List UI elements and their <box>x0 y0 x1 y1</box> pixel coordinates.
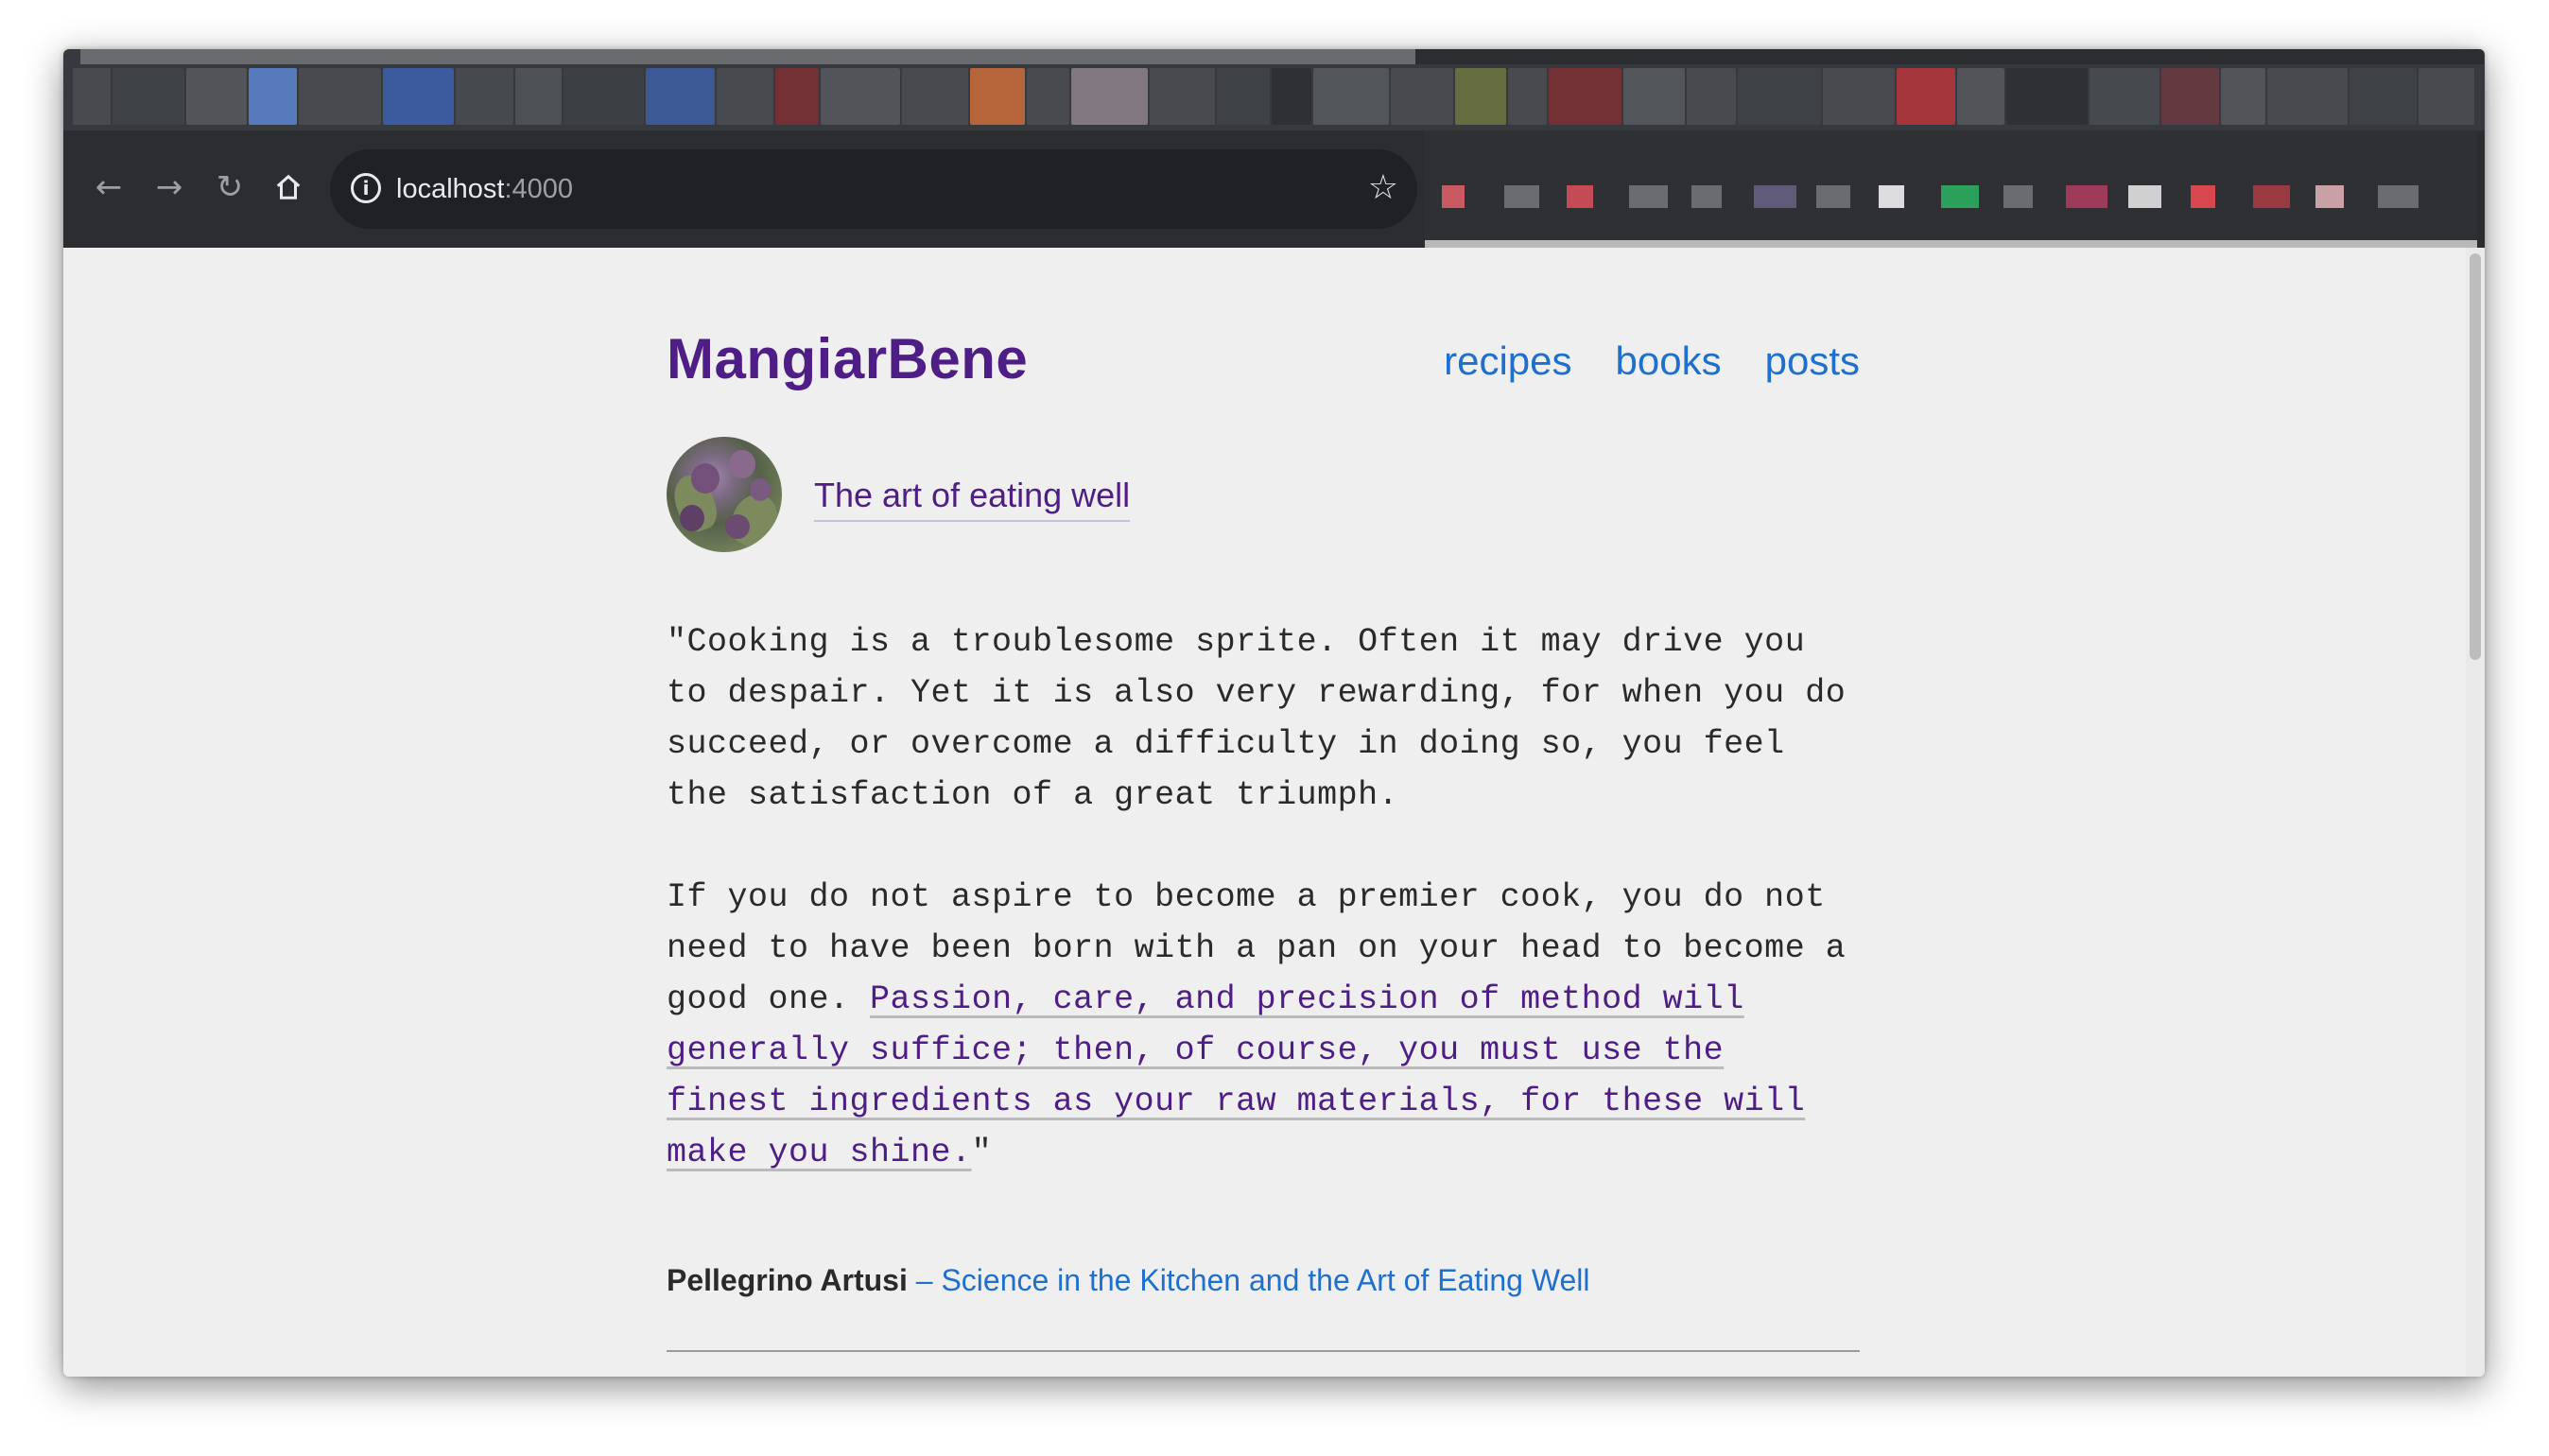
tab-placeholder[interactable] <box>2220 68 2266 125</box>
tab-placeholder[interactable] <box>821 68 900 125</box>
nav-recipes[interactable]: recipes <box>1444 335 1571 388</box>
quote-closing-mark: " <box>971 1134 993 1171</box>
tab-placeholder[interactable] <box>1957 68 2004 125</box>
tab-placeholder[interactable] <box>383 68 454 125</box>
tab-placeholder[interactable] <box>970 68 1026 125</box>
tab-placeholder[interactable] <box>1548 68 1622 125</box>
tab-placeholder[interactable] <box>716 68 773 125</box>
quote-paragraph-1: "Cooking is a troublesome sprite. Often … <box>667 623 1847 814</box>
divider <box>667 1350 1860 1352</box>
tab-placeholder[interactable] <box>73 68 111 125</box>
extension-icon[interactable] <box>1629 185 1668 208</box>
extension-icon[interactable] <box>1567 185 1593 208</box>
extension-icon[interactable] <box>1754 185 1796 208</box>
tab-placeholder[interactable] <box>515 68 562 125</box>
tab-placeholder[interactable] <box>646 68 715 125</box>
tab-placeholder[interactable] <box>2349 68 2418 125</box>
tab-placeholder[interactable] <box>1623 68 1685 125</box>
nav-books[interactable]: books <box>1616 335 1722 388</box>
extension-icon[interactable] <box>2003 185 2033 208</box>
tab-placeholder[interactable] <box>1313 68 1389 125</box>
tab-placeholder[interactable] <box>774 68 820 125</box>
extension-icon[interactable] <box>1691 185 1722 208</box>
book-link[interactable]: – Science in the Kitchen and the Art of … <box>908 1263 1590 1297</box>
extension-icon[interactable] <box>1941 185 1979 208</box>
tab-placeholder[interactable] <box>1455 68 1507 125</box>
main-nav: recipes books posts <box>1444 335 1860 388</box>
extension-icon[interactable] <box>2315 185 2344 208</box>
nav-posts[interactable]: posts <box>1765 335 1860 388</box>
tab-placeholder[interactable] <box>2160 68 2219 125</box>
tab-placeholder[interactable] <box>901 68 969 125</box>
tab-placeholder[interactable] <box>1027 68 1069 125</box>
scrollbar-thumb[interactable] <box>2470 253 2481 660</box>
extension-icon[interactable] <box>1879 185 1904 208</box>
star-icon[interactable]: ☆ <box>1368 166 1398 210</box>
scrollbar[interactable] <box>2466 248 2485 1377</box>
tab-placeholder[interactable] <box>1271 68 1312 125</box>
tab-placeholder[interactable] <box>2267 68 2348 125</box>
site-title[interactable]: MangiarBene <box>667 325 1028 393</box>
extension-icon[interactable] <box>1442 185 1465 208</box>
attribution: Pellegrino Artusi – Science in the Kitch… <box>667 1259 1589 1301</box>
address-bar[interactable]: i localhost:4000 ☆ <box>330 149 1417 229</box>
back-icon[interactable]: ← <box>88 166 130 208</box>
tab-placeholder[interactable] <box>248 68 297 125</box>
reload-icon[interactable]: ↻ <box>209 166 251 208</box>
tab-placeholder[interactable] <box>186 68 247 125</box>
info-icon[interactable]: i <box>351 173 381 203</box>
extensions-area <box>1425 130 2477 248</box>
browser-window: ← → ↻ i localhost:4000 ☆ MangiarBene rec… <box>63 49 2485 1377</box>
tab-placeholder[interactable] <box>2005 68 2089 125</box>
tab-placeholder[interactable] <box>1390 68 1454 125</box>
tab-placeholder[interactable] <box>1823 68 1895 125</box>
extension-icon[interactable] <box>2066 185 2107 208</box>
tab-strip <box>63 49 2485 130</box>
home-icon[interactable] <box>268 166 309 208</box>
extension-icon[interactable] <box>2378 185 2419 208</box>
page-viewport: MangiarBene recipes books posts The art … <box>63 248 2466 1377</box>
tab-placeholder[interactable] <box>1686 68 1736 125</box>
extension-icon[interactable] <box>1816 185 1850 208</box>
tab-placeholder[interactable] <box>1070 68 1149 125</box>
tab-placeholder[interactable] <box>1508 68 1547 125</box>
tab-placeholder[interactable] <box>1150 68 1215 125</box>
avatar <box>667 437 782 552</box>
tagline-link[interactable]: The art of eating well <box>814 471 1131 522</box>
tab-placeholder[interactable] <box>2089 68 2159 125</box>
tab-placeholder[interactable] <box>1216 68 1270 125</box>
url-text[interactable]: localhost:4000 <box>396 170 573 208</box>
tab-placeholder[interactable] <box>2419 68 2474 125</box>
tab-placeholder[interactable] <box>455 68 514 125</box>
extension-icon[interactable] <box>1504 185 1539 208</box>
tab-placeholder[interactable] <box>563 68 645 125</box>
tab-placeholder[interactable] <box>1896 68 1956 125</box>
extension-icon[interactable] <box>2191 185 2215 208</box>
extension-icon[interactable] <box>2253 185 2290 208</box>
quote-paragraph-2: If you do not aspire to become a premier… <box>667 872 1860 1178</box>
tab-placeholder[interactable] <box>298 68 382 125</box>
extension-icon[interactable] <box>2128 185 2161 208</box>
browser-toolbar: ← → ↻ i localhost:4000 ☆ <box>63 130 2485 248</box>
tab-placeholder[interactable] <box>1737 68 1822 125</box>
tab-placeholder[interactable] <box>112 68 185 125</box>
quote-block: "Cooking is a troublesome sprite. Often … <box>667 616 1860 1229</box>
author-name: Pellegrino Artusi <box>667 1263 908 1297</box>
forward-icon[interactable]: → <box>148 166 190 208</box>
